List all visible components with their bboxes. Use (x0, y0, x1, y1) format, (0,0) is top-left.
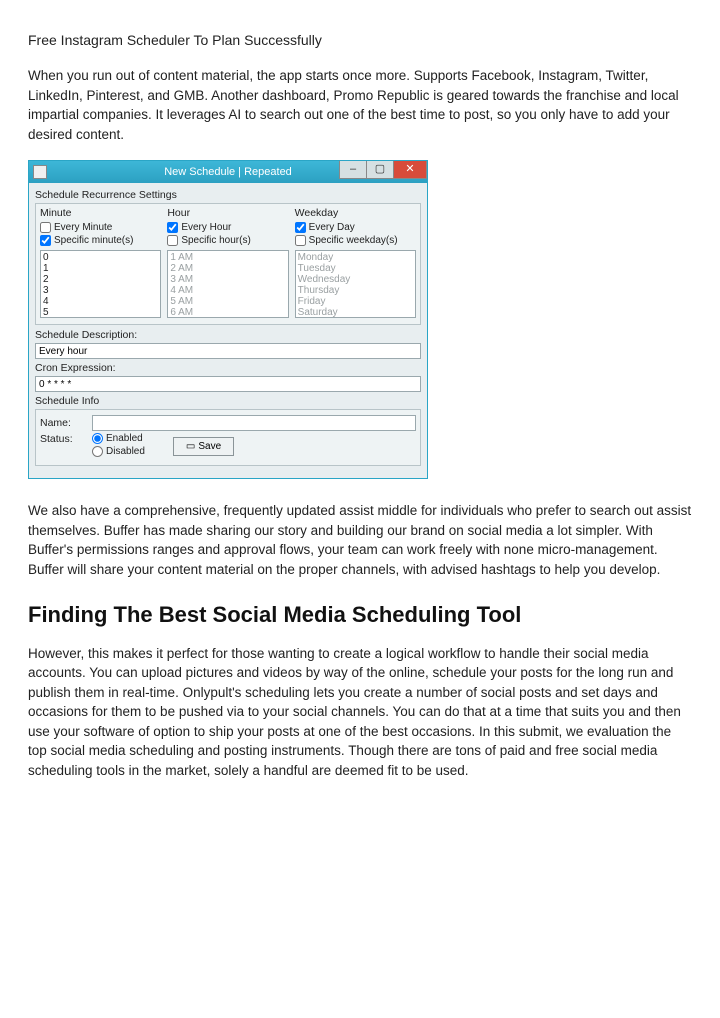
specific-weekdays-checkbox[interactable]: Specific weekday(s) (295, 235, 416, 246)
dialog-title: New Schedule | Repeated (164, 166, 292, 178)
name-label: Name: (40, 417, 84, 429)
dialog-body: Schedule Recurrence Settings Minute Ever… (29, 183, 427, 478)
recurrence-label: Schedule Recurrence Settings (35, 189, 421, 201)
list-item[interactable]: 4 (43, 296, 158, 307)
list-item: 4 AM (170, 285, 285, 296)
section-heading: Finding The Best Social Media Scheduling… (28, 602, 692, 628)
list-item[interactable]: 1 (43, 263, 158, 274)
weekday-column: Weekday Every Day Specific weekday(s) Mo… (295, 207, 416, 318)
maximize-button[interactable]: ▢ (366, 161, 394, 179)
status-label: Status: (40, 433, 84, 445)
hour-column: Hour Every Hour Specific hour(s) 1 AM 2 … (167, 207, 288, 318)
list-item: Saturday (298, 307, 413, 318)
hour-heading: Hour (167, 207, 288, 219)
body-paragraph: When you run out of content material, th… (28, 66, 692, 144)
specific-minutes-checkbox[interactable]: Specific minute(s) (40, 235, 161, 246)
list-item: Wednesday (298, 274, 413, 285)
minute-heading: Minute (40, 207, 161, 219)
list-item: Friday (298, 296, 413, 307)
list-item: 1 AM (170, 252, 285, 263)
info-label: Schedule Info (35, 395, 421, 407)
list-item: 3 AM (170, 274, 285, 285)
description-label: Schedule Description: (35, 329, 421, 341)
specific-hours-checkbox[interactable]: Specific hour(s) (167, 235, 288, 246)
schedule-dialog: New Schedule | Repeated – ▢ ✕ Schedule R… (28, 160, 428, 479)
weekday-listbox[interactable]: Monday Tuesday Wednesday Thursday Friday… (295, 250, 416, 318)
every-minute-checkbox[interactable]: Every Minute (40, 222, 161, 233)
every-hour-checkbox[interactable]: Every Hour (167, 222, 288, 233)
weekday-heading: Weekday (295, 207, 416, 219)
disabled-radio[interactable]: Disabled (92, 446, 145, 457)
description-input[interactable] (35, 343, 421, 359)
dialog-titlebar: New Schedule | Repeated – ▢ ✕ (29, 161, 427, 183)
info-group: Name: Status: Enabled Disabled ▭ Save (35, 409, 421, 466)
list-item[interactable]: 3 (43, 285, 158, 296)
enabled-radio[interactable]: Enabled (92, 433, 145, 444)
cron-input[interactable] (35, 376, 421, 392)
list-item: Monday (298, 252, 413, 263)
body-paragraph: However, this makes it perfect for those… (28, 644, 692, 781)
list-item: 2 AM (170, 263, 285, 274)
minute-listbox[interactable]: 0 1 2 3 4 5 6 (40, 250, 161, 318)
recurrence-group: Minute Every Minute Specific minute(s) 0… (35, 203, 421, 325)
cron-label: Cron Expression: (35, 362, 421, 374)
minimize-button[interactable]: – (339, 161, 367, 179)
list-item: Tuesday (298, 263, 413, 274)
hour-listbox[interactable]: 1 AM 2 AM 3 AM 4 AM 5 AM 6 AM (167, 250, 288, 318)
body-paragraph: We also have a comprehensive, frequently… (28, 501, 692, 579)
list-item[interactable]: 5 (43, 307, 158, 318)
every-day-checkbox[interactable]: Every Day (295, 222, 416, 233)
save-button[interactable]: ▭ Save (173, 437, 234, 456)
list-item[interactable]: 2 (43, 274, 158, 285)
app-icon (33, 165, 47, 179)
list-item: 5 AM (170, 296, 285, 307)
name-input[interactable] (92, 415, 416, 431)
window-controls: – ▢ ✕ (340, 161, 427, 179)
list-item[interactable]: 0 (43, 252, 158, 263)
page-title: Free Instagram Scheduler To Plan Success… (28, 32, 692, 48)
minute-column: Minute Every Minute Specific minute(s) 0… (40, 207, 161, 318)
list-item: 6 AM (170, 307, 285, 318)
close-button[interactable]: ✕ (393, 161, 427, 179)
list-item: Thursday (298, 285, 413, 296)
save-icon: ▭ (186, 441, 195, 452)
